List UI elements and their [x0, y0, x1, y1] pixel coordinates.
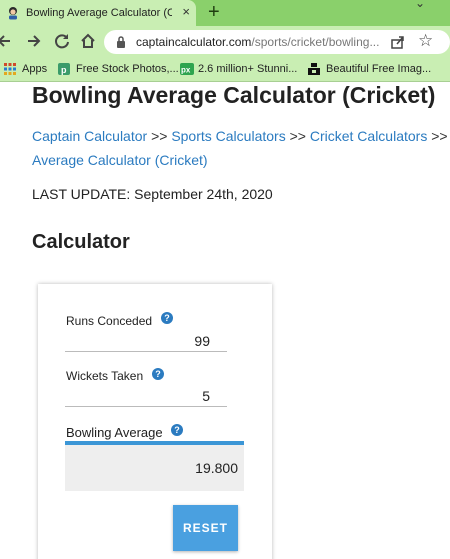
bookmark-apps[interactable]: Apps: [4, 63, 47, 75]
bowling-average-help-icon[interactable]: ?: [171, 424, 183, 436]
tab-title: Bowling Average Calculator (Cricke: [26, 7, 172, 19]
breadcrumb-link-cricket-calculators[interactable]: Cricket Calculators: [310, 128, 427, 144]
svg-text:px: px: [181, 66, 191, 75]
bookmark-label: Beautiful Free Imag...: [326, 63, 432, 75]
apps-grid-icon: [4, 63, 16, 75]
home-icon[interactable]: [80, 31, 96, 56]
breadcrumb-separator: >>: [431, 128, 448, 144]
page-title: Bowling Average Calculator (Cricket): [32, 82, 436, 108]
bowling-average-result: 19.800: [65, 441, 244, 491]
wickets-taken-help-icon[interactable]: ?: [152, 368, 164, 380]
breadcrumb-current-page-continued[interactable]: Average Calculator (Cricket): [32, 148, 450, 172]
bookmark-unsplash[interactable]: Beautiful Free Imag...: [308, 63, 431, 75]
wickets-taken-label: Wickets Taken: [66, 369, 144, 383]
lock-icon[interactable]: [116, 35, 126, 49]
browser-toolbar: captaincalculator.com/sports/cricket/bow…: [0, 26, 450, 58]
bookmark-label: Free Stock Photos,...: [76, 63, 179, 75]
breadcrumb-separator: >>: [151, 128, 168, 144]
runs-conceded-input[interactable]: [65, 330, 227, 352]
reload-icon[interactable]: [54, 31, 70, 56]
breadcrumb-link-captain-calculator[interactable]: Captain Calculator: [32, 128, 147, 144]
tab-search-chevron-icon[interactable]: ⌄: [415, 0, 425, 10]
captain-calculator-favicon-icon: [6, 6, 20, 20]
url-text[interactable]: captaincalculator.com/sports/cricket/bow…: [136, 35, 379, 49]
url-path: /sports/cricket/bowling...: [251, 35, 380, 49]
breadcrumb: Captain Calculator >> Sports Calculators…: [32, 124, 450, 172]
new-tab-icon[interactable]: +: [208, 2, 220, 22]
browser-tab[interactable]: Bowling Average Calculator (Cricke ×: [0, 0, 196, 26]
bookmark-free-stock-photos[interactable]: p Free Stock Photos,...: [58, 63, 179, 75]
share-icon[interactable]: [390, 34, 406, 50]
calculator-card: Runs Conceded ? Wickets Taken ? Bowling …: [38, 284, 272, 559]
svg-text:p: p: [61, 65, 67, 75]
bookmark-label: 2.6 million+ Stunni...: [198, 63, 298, 75]
bookmark-pixabay[interactable]: px 2.6 million+ Stunni...: [180, 63, 297, 75]
unsplash-icon: [308, 63, 320, 75]
bookmarks-bar: Apps p Free Stock Photos,... px 2.6 mill…: [0, 58, 450, 82]
bowling-average-value: 19.800: [195, 460, 238, 476]
bookmark-label: Apps: [22, 63, 48, 75]
breadcrumb-link-sports-calculators[interactable]: Sports Calculators: [171, 128, 285, 144]
forward-arrow-icon[interactable]: [26, 31, 42, 56]
address-bar[interactable]: captaincalculator.com/sports/cricket/bow…: [104, 30, 450, 54]
url-domain: captaincalculator.com: [136, 35, 252, 49]
back-arrow-icon[interactable]: [0, 31, 12, 56]
stock-photos-icon: p: [58, 63, 70, 75]
bowling-average-label: Bowling Average: [66, 425, 163, 440]
bookmark-star-icon[interactable]: ☆: [418, 31, 433, 51]
runs-conceded-help-icon[interactable]: ?: [161, 312, 173, 324]
breadcrumb-separator: >>: [289, 128, 306, 144]
runs-conceded-label: Runs Conceded: [66, 314, 153, 328]
calculator-heading: Calculator: [32, 231, 130, 253]
wickets-taken-input[interactable]: [65, 385, 227, 407]
tab-strip: Bowling Average Calculator (Cricke × + ⌄: [0, 0, 450, 26]
close-tab-icon[interactable]: ×: [182, 5, 190, 19]
last-update-text: LAST UPDATE: September 24th, 2020: [32, 186, 273, 202]
pixabay-icon: px: [180, 63, 194, 75]
reset-button[interactable]: RESET: [173, 505, 238, 551]
